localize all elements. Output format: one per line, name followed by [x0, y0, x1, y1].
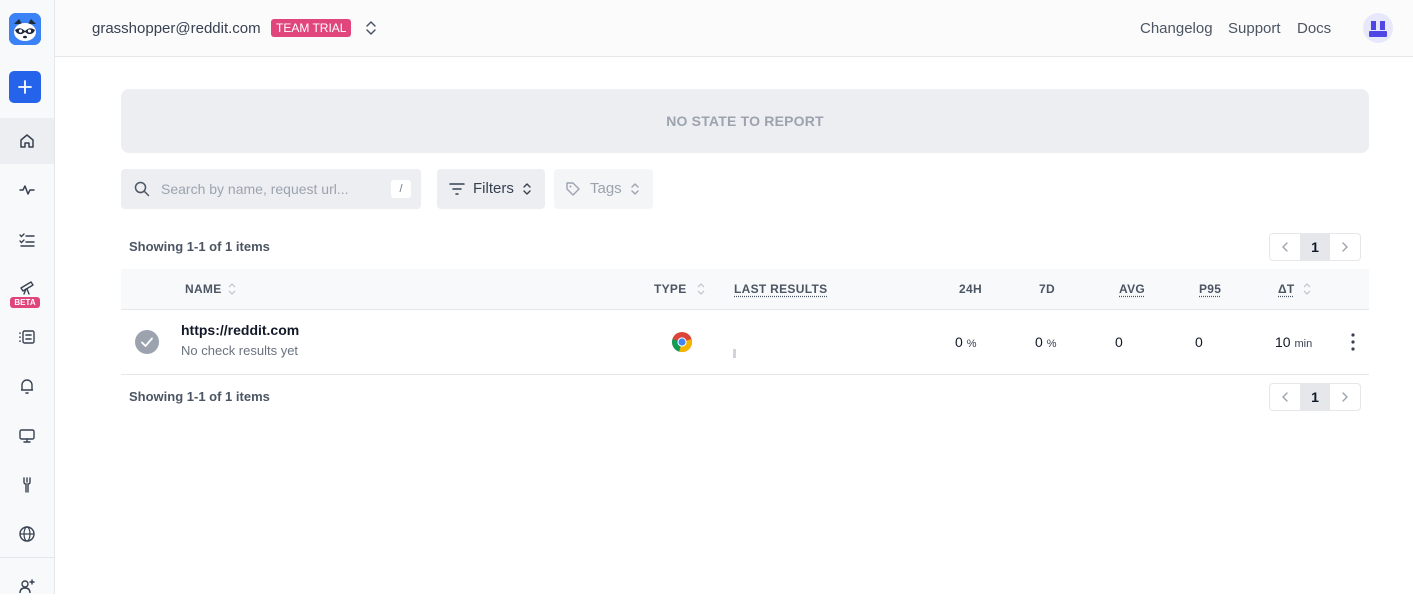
sort-chevrons-icon	[521, 181, 533, 197]
raccoon-logo-icon[interactable]	[9, 13, 41, 45]
uptime-24h-value: 0 %	[955, 334, 976, 350]
uptime-7d-unit: %	[1047, 338, 1057, 350]
activity-icon	[18, 181, 36, 199]
column-delta-t[interactable]: ΔT	[1278, 282, 1295, 296]
chevron-left-icon	[1280, 241, 1290, 253]
sidebar-item-maintenance[interactable]	[0, 462, 54, 508]
sidebar-item-locations[interactable]	[0, 511, 54, 557]
top-header: grasshopper@reddit.com TEAM TRIAL Change…	[55, 0, 1413, 57]
page-number-button[interactable]: 1	[1300, 384, 1330, 410]
filter-lines-icon	[448, 181, 466, 197]
sort-chevrons-icon	[629, 181, 641, 197]
row-menu-button[interactable]	[1346, 330, 1360, 354]
uptime-24h-unit: %	[967, 338, 977, 350]
next-page-button[interactable]	[1330, 234, 1360, 260]
checks-table-header: NAME TYPE LAST RESULTS 24H 7D AVG P95 ΔT	[121, 269, 1369, 310]
plus-icon	[17, 79, 33, 95]
chevron-left-icon	[1280, 391, 1290, 403]
delta-t-unit: min	[1294, 338, 1312, 350]
uptime-7d-value: 0 %	[1035, 334, 1056, 350]
more-vertical-icon	[1346, 330, 1360, 354]
no-state-banner: NO STATE TO REPORT	[121, 89, 1369, 153]
sidebar-item-checks[interactable]	[0, 217, 54, 263]
sort-icon[interactable]	[227, 282, 237, 296]
account-email[interactable]: grasshopper@reddit.com	[92, 20, 261, 37]
checklist-icon	[18, 231, 36, 249]
list-check-icon	[18, 328, 36, 346]
search-box[interactable]: /	[121, 169, 421, 209]
search-shortcut-hint: /	[391, 180, 411, 198]
column-type[interactable]: TYPE	[654, 282, 687, 296]
monitor-icon	[18, 427, 36, 445]
tags-button[interactable]: Tags	[554, 169, 653, 209]
sidebar-item-invite[interactable]	[0, 563, 54, 609]
search-icon	[133, 180, 151, 203]
globe-icon	[18, 525, 36, 543]
sidebar-divider	[0, 557, 54, 558]
chevron-right-icon	[1340, 241, 1350, 253]
status-check-icon	[135, 330, 159, 354]
sort-icon[interactable]	[1302, 282, 1312, 296]
chrome-icon	[671, 331, 693, 358]
avg-value: 0	[1115, 334, 1123, 350]
chevron-right-icon	[1340, 391, 1350, 403]
filters-label: Filters	[473, 180, 514, 197]
home-icon	[18, 132, 36, 150]
telescope-icon	[18, 278, 36, 296]
showing-count-bottom: Showing 1-1 of 1 items	[129, 389, 270, 404]
last-result-placeholder-bar	[733, 349, 736, 358]
p95-value: 0	[1195, 334, 1203, 350]
uptime-24h-number: 0	[955, 334, 963, 350]
tags-label: Tags	[590, 180, 622, 197]
check-subtitle: No check results yet	[181, 343, 298, 358]
bell-icon	[18, 377, 36, 395]
column-p95[interactable]: P95	[1199, 282, 1221, 296]
tools-icon	[18, 476, 36, 494]
page-number-button[interactable]: 1	[1300, 234, 1330, 260]
sidebar-item-activity[interactable]	[0, 167, 54, 213]
delta-t-number: 10	[1275, 334, 1291, 350]
table-row[interactable]: https://reddit.com No check results yet …	[121, 310, 1369, 375]
sort-icon[interactable]	[696, 282, 706, 296]
add-user-icon	[18, 577, 36, 595]
account-switcher-icon[interactable]	[364, 19, 378, 42]
search-input[interactable]	[161, 169, 381, 209]
column-name[interactable]: NAME	[185, 282, 222, 296]
column-24h[interactable]: 24H	[959, 282, 982, 296]
beta-badge: BETA	[10, 297, 40, 308]
sidebar-item-dashboards[interactable]	[0, 413, 54, 459]
prev-page-button[interactable]	[1270, 234, 1300, 260]
team-trial-badge: TEAM TRIAL	[271, 19, 351, 37]
docs-link[interactable]: Docs	[1297, 20, 1331, 37]
column-7d[interactable]: 7D	[1039, 282, 1055, 296]
user-avatar[interactable]	[1363, 13, 1393, 43]
support-link[interactable]: Support	[1228, 20, 1281, 37]
uptime-7d-number: 0	[1035, 334, 1043, 350]
sidebar: BETA	[0, 0, 55, 594]
next-page-button[interactable]	[1330, 384, 1360, 410]
sidebar-item-home[interactable]	[0, 118, 54, 164]
pagination-bottom: 1	[1269, 383, 1361, 411]
pagination-top: 1	[1269, 233, 1361, 261]
delta-t-value: 10 min	[1275, 334, 1312, 350]
check-name-link[interactable]: https://reddit.com	[181, 322, 299, 338]
column-last-results[interactable]: LAST RESULTS	[734, 282, 827, 296]
column-avg[interactable]: AVG	[1119, 282, 1145, 296]
new-check-button[interactable]	[9, 71, 41, 103]
tag-icon	[565, 181, 581, 197]
changelog-link[interactable]: Changelog	[1140, 20, 1213, 37]
prev-page-button[interactable]	[1270, 384, 1300, 410]
showing-count-top: Showing 1-1 of 1 items	[129, 239, 270, 254]
filters-button[interactable]: Filters	[437, 169, 545, 209]
sidebar-item-reports[interactable]	[0, 314, 54, 360]
sidebar-item-alerts[interactable]	[0, 363, 54, 409]
